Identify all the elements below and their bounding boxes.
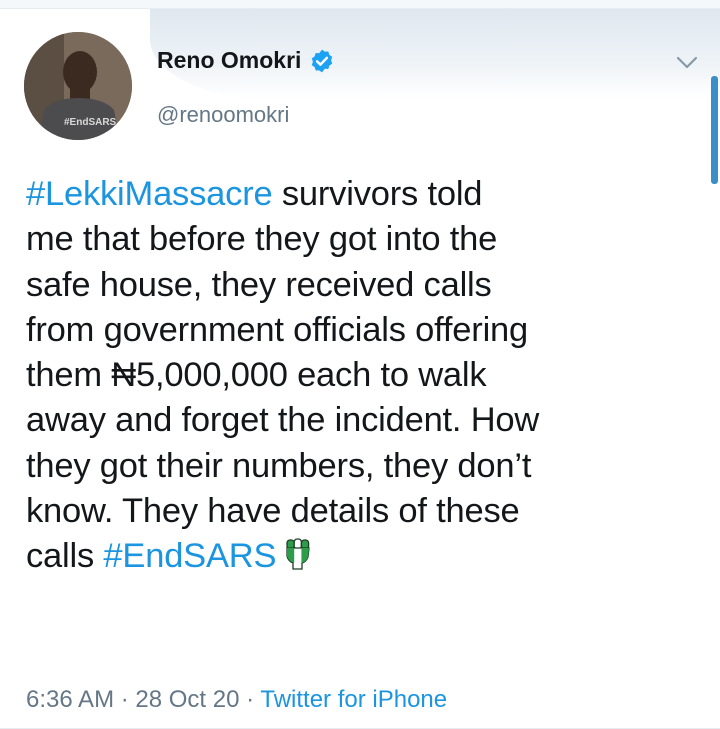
- chevron-down-icon[interactable]: [676, 56, 698, 70]
- tweet-date[interactable]: 28 Oct 20: [135, 686, 239, 713]
- tweet-line: away and forget the incident. How: [26, 401, 540, 440]
- scrollbar[interactable]: [711, 76, 718, 184]
- tweet-text-segment: survivors told: [272, 175, 483, 213]
- separator: ·: [114, 686, 136, 713]
- author-name-row[interactable]: Reno Omokri: [157, 47, 335, 74]
- top-strip: [0, 0, 720, 8]
- tweet-line: know. They have details of these: [26, 492, 520, 531]
- tweet-text-segment: calls: [26, 537, 104, 576]
- raised-fist-emoji: [286, 538, 311, 571]
- tweet-line: calls #EndSARS: [26, 534, 706, 579]
- author-handle[interactable]: @renoomokri: [157, 102, 289, 128]
- tweet-metadata: 6:36 AM · 28 Oct 20 · Twitter for iPhone: [26, 686, 447, 714]
- tweet-time[interactable]: 6:36 AM: [26, 686, 114, 713]
- tweet-line: me that before they got into the: [26, 220, 498, 259]
- author-name[interactable]: Reno Omokri: [157, 47, 301, 74]
- tweet-line: them ₦5,000,000 each to walk: [26, 356, 487, 395]
- hashtag-lekkimassacre[interactable]: #LekkiMassacre: [26, 175, 273, 213]
- tweet-text: #LekkiMassacre survivors told me that be…: [26, 172, 706, 580]
- avatar[interactable]: #EndSARS: [24, 32, 132, 140]
- avatar-shirt-text: #EndSARS: [64, 117, 117, 128]
- verified-badge-icon: [312, 49, 333, 72]
- tweet-source-link[interactable]: Twitter for iPhone: [260, 686, 447, 713]
- tweet-line: #LekkiMassacre survivors told: [26, 172, 706, 217]
- separator: ·: [239, 686, 261, 713]
- tweet-line: from government officials offering: [26, 310, 529, 349]
- tweet-line: safe house, they received calls: [26, 265, 492, 304]
- tweet-line: they got their numbers, they don’t: [26, 446, 532, 485]
- hashtag-endsars[interactable]: #EndSARS: [103, 537, 276, 575]
